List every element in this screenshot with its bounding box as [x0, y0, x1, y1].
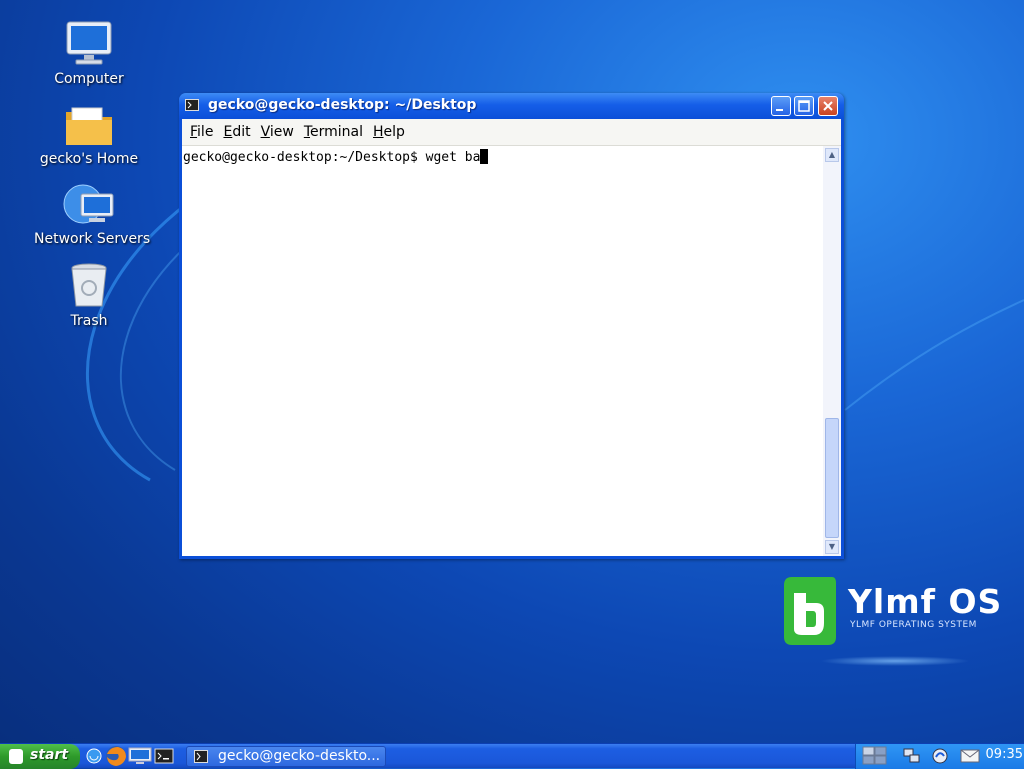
- terminal-icon: [185, 99, 199, 111]
- logo-subtitle: YLMF OPERATING SYSTEM: [850, 620, 977, 630]
- menu-terminal[interactable]: Terminal: [299, 119, 368, 140]
- start-label: start: [30, 747, 69, 763]
- close-button[interactable]: [818, 96, 838, 116]
- menu-view[interactable]: View: [256, 119, 299, 140]
- ylmf-logo-icon: [784, 577, 836, 645]
- system-tray: 09:35: [855, 744, 1024, 769]
- desktop-icon-trash[interactable]: Trash: [34, 262, 144, 329]
- computer-icon: [66, 21, 112, 65]
- menu-file[interactable]: File: [185, 119, 218, 140]
- network-status-icon[interactable]: [902, 747, 922, 765]
- taskbar-window-label: gecko@gecko-deskto...: [218, 748, 381, 764]
- taskbar: start gecko@gecko-deskto... 09:35: [0, 743, 1024, 769]
- scroll-down-icon[interactable]: ▼: [825, 540, 839, 554]
- show-desktop-icon[interactable]: [128, 747, 152, 765]
- logo-title: Ylmf OS: [848, 582, 1003, 621]
- menu-edit[interactable]: Edit: [218, 119, 255, 140]
- terminal-prompt: gecko@gecko-desktop:~/Desktop$: [183, 150, 426, 165]
- maximize-button[interactable]: [794, 96, 814, 116]
- terminal-output[interactable]: gecko@gecko-desktop:~/Desktop$ wget ba: [182, 146, 823, 556]
- workspace-switcher-icon[interactable]: [862, 746, 888, 766]
- maximize-icon: [798, 100, 810, 112]
- window-title: gecko@gecko-desktop: ~/Desktop: [208, 97, 477, 113]
- window-client: File Edit View Terminal Help gecko@gecko-des…: [182, 119, 841, 556]
- quicklaunch-browser-icon[interactable]: [84, 747, 104, 765]
- desktop-icon-network[interactable]: Network Servers: [34, 182, 151, 247]
- terminal-scrollbar[interactable]: ▲ ▼: [823, 146, 841, 556]
- minimize-button[interactable]: [771, 96, 791, 116]
- scrollbar-thumb[interactable]: [825, 418, 839, 538]
- mail-icon[interactable]: [960, 749, 980, 763]
- terminal-window[interactable]: gecko@gecko-desktop: ~/Desktop File Edit V…: [179, 93, 844, 559]
- update-notifier-icon[interactable]: [930, 747, 950, 765]
- firefox-icon[interactable]: [104, 745, 128, 767]
- clock[interactable]: 09:35: [986, 747, 1023, 762]
- terminal-input: wget ba: [425, 150, 481, 165]
- terminal-icon: [194, 750, 208, 763]
- desktop-icon-home[interactable]: gecko's Home: [34, 102, 144, 167]
- network-icon: [63, 184, 114, 224]
- terminal-cursor: [480, 149, 489, 164]
- desktop-icon-computer[interactable]: Computer: [34, 20, 144, 87]
- menu-help[interactable]: Help: [368, 119, 410, 140]
- desktop-icon-label: Trash: [70, 313, 108, 329]
- folder-icon: [66, 107, 112, 145]
- menubar: File Edit View Terminal Help: [182, 119, 841, 146]
- quicklaunch-terminal-icon[interactable]: [154, 747, 174, 765]
- start-logo-icon: [9, 749, 23, 764]
- desktop-icon-label: Network Servers: [34, 231, 151, 247]
- start-button[interactable]: start: [0, 744, 80, 769]
- logo-glow: [820, 656, 970, 666]
- desktop-icon-label: gecko's Home: [39, 151, 139, 167]
- minimize-icon: [776, 109, 783, 111]
- trash-icon: [71, 263, 107, 307]
- window-titlebar[interactable]: gecko@gecko-desktop: ~/Desktop: [179, 93, 844, 119]
- taskbar-window-button[interactable]: gecko@gecko-deskto...: [186, 746, 386, 767]
- close-icon: [823, 101, 833, 111]
- desktop-icon-label: Computer: [54, 71, 124, 87]
- scroll-up-icon[interactable]: ▲: [825, 148, 839, 162]
